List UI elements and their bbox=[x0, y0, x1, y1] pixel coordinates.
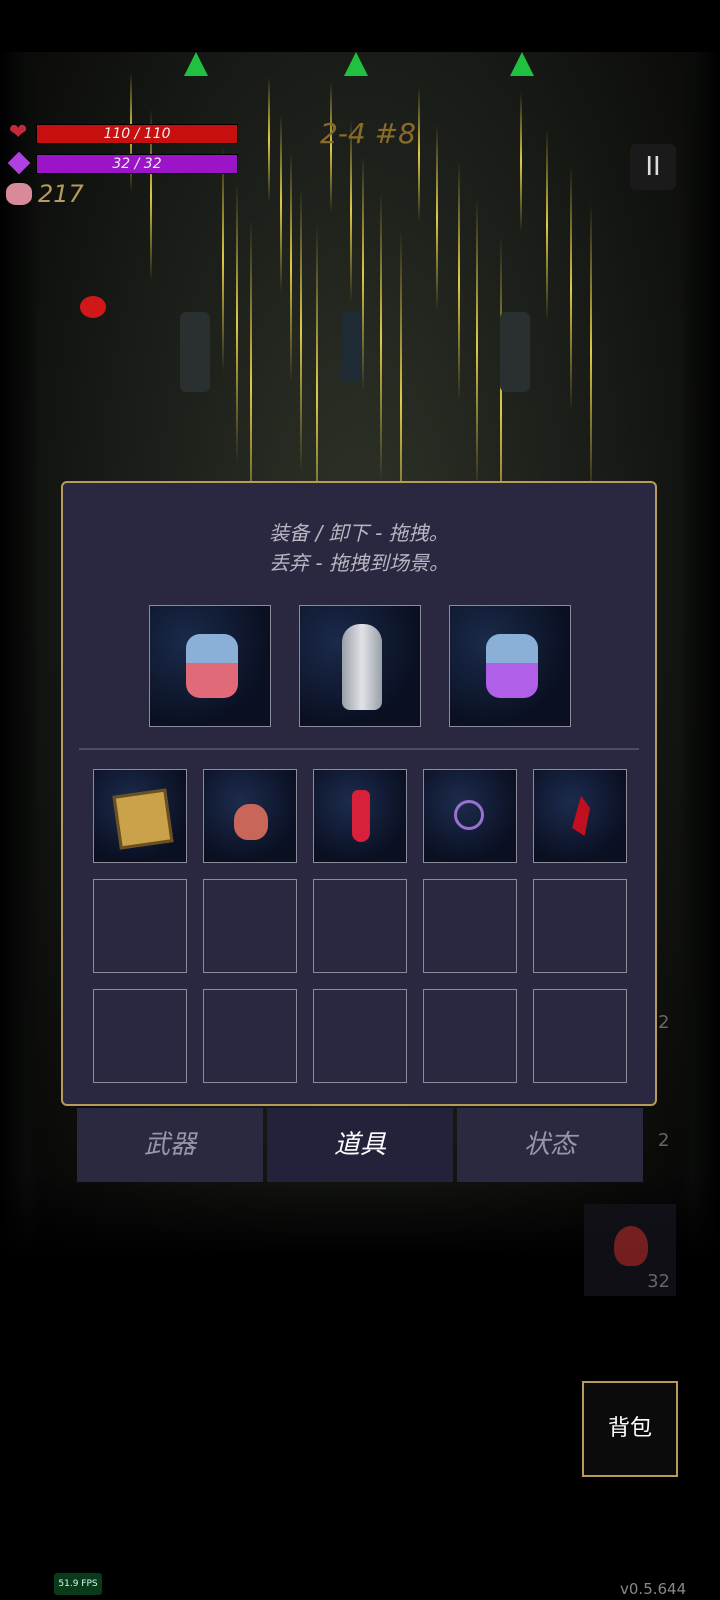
potion-count: 32 bbox=[647, 1271, 670, 1292]
rain-streak bbox=[236, 183, 238, 462]
green-portal-icon bbox=[510, 52, 534, 76]
health-heart-icon: ❤ bbox=[9, 120, 28, 145]
inventory-panel: 装备 / 卸下 - 拖拽。 丢弃 - 拖拽到场景。 bbox=[61, 481, 657, 1106]
pause-icon: II bbox=[645, 152, 661, 182]
tab-status[interactable]: 状态 bbox=[457, 1108, 643, 1182]
golden-dice-box-icon bbox=[112, 788, 174, 850]
inventory-slot[interactable] bbox=[533, 989, 627, 1083]
rain-streak bbox=[520, 92, 522, 232]
coin-count: 217 bbox=[38, 180, 84, 208]
inventory-slot[interactable] bbox=[313, 769, 407, 863]
tab-label: 状态 bbox=[523, 1130, 576, 1160]
inventory-slot[interactable] bbox=[203, 769, 297, 863]
quick-potion-slot[interactable]: 32 bbox=[584, 1204, 676, 1296]
inventory-slot[interactable] bbox=[93, 989, 187, 1083]
pig-coin-icon bbox=[6, 183, 32, 205]
clay-jar-potion-icon bbox=[234, 804, 268, 840]
rain-streak bbox=[222, 146, 224, 372]
rain-streak bbox=[268, 77, 270, 202]
red-crystal-icon bbox=[572, 796, 590, 836]
rain-streak bbox=[380, 193, 382, 482]
equip-hint: 装备 / 卸下 - 拖拽。 bbox=[269, 521, 449, 545]
red-health-vial-icon bbox=[352, 790, 370, 842]
right-foliage bbox=[680, 52, 720, 1312]
rain-streak bbox=[590, 203, 592, 502]
rain-streak bbox=[546, 129, 548, 322]
fps-counter: 51.9 FPS bbox=[54, 1573, 102, 1595]
equip-slot-1[interactable] bbox=[149, 605, 271, 727]
equip-slot-3[interactable] bbox=[449, 605, 571, 727]
version-label: v0.5.644 bbox=[620, 1580, 687, 1598]
void-orb-icon bbox=[454, 800, 484, 830]
rain-streak bbox=[362, 156, 364, 392]
inventory-slot[interactable] bbox=[313, 989, 407, 1083]
rain-streak bbox=[476, 198, 478, 492]
enemy-hand-left bbox=[180, 312, 210, 392]
bag-label: 背包 bbox=[607, 1416, 652, 1441]
enemy-hand-right bbox=[500, 312, 530, 392]
level-indicator: 2-4 #8 bbox=[320, 117, 416, 150]
drop-hint: 丢弃 - 拖拽到场景。 bbox=[269, 551, 449, 575]
rain-streak bbox=[458, 161, 460, 402]
inventory-slot[interactable] bbox=[423, 989, 517, 1083]
rain-streak bbox=[290, 151, 292, 382]
mana-text: 32 / 32 bbox=[112, 156, 162, 172]
rain-streak bbox=[300, 188, 302, 472]
bag-button[interactable]: 背包 bbox=[582, 1381, 678, 1477]
panel-divider bbox=[79, 748, 639, 750]
rain-streak bbox=[280, 114, 282, 292]
red-potion-flask-icon bbox=[614, 1226, 648, 1266]
red-heart-pickup-icon bbox=[80, 296, 106, 318]
inventory-slot[interactable] bbox=[93, 879, 187, 973]
inventory-slot[interactable] bbox=[423, 879, 517, 973]
side-item-count: 2 bbox=[658, 1130, 670, 1151]
inventory-slot[interactable] bbox=[93, 769, 187, 863]
inventory-slot[interactable] bbox=[203, 879, 297, 973]
side-item-count: 2 bbox=[658, 1012, 670, 1033]
tab-items[interactable]: 道具 bbox=[267, 1108, 453, 1182]
red-potion-flask-icon bbox=[186, 634, 238, 698]
crystal-pillar bbox=[342, 312, 362, 382]
green-portal-icon bbox=[184, 52, 208, 76]
pause-button[interactable]: II bbox=[630, 144, 676, 190]
purple-potion-flask-icon bbox=[486, 634, 538, 698]
health-text: 110 / 110 bbox=[103, 126, 171, 142]
green-portal-icon bbox=[344, 52, 368, 76]
equip-slot-2[interactable] bbox=[299, 605, 421, 727]
inventory-slot[interactable] bbox=[423, 769, 517, 863]
mana-bar: 32 / 32 bbox=[36, 154, 238, 174]
tab-label: 武器 bbox=[143, 1130, 196, 1160]
inventory-slot[interactable] bbox=[533, 879, 627, 973]
inventory-slot[interactable] bbox=[313, 879, 407, 973]
inventory-slot[interactable] bbox=[203, 989, 297, 1083]
rain-streak bbox=[570, 166, 572, 412]
inventory-slot[interactable] bbox=[533, 769, 627, 863]
left-foliage bbox=[0, 52, 40, 1312]
rain-streak bbox=[436, 124, 438, 312]
rain-streak bbox=[418, 87, 420, 222]
health-bar: 110 / 110 bbox=[36, 124, 238, 144]
tab-label: 道具 bbox=[333, 1130, 386, 1160]
moai-statue-icon bbox=[342, 624, 382, 710]
tab-weapons[interactable]: 武器 bbox=[77, 1108, 263, 1182]
